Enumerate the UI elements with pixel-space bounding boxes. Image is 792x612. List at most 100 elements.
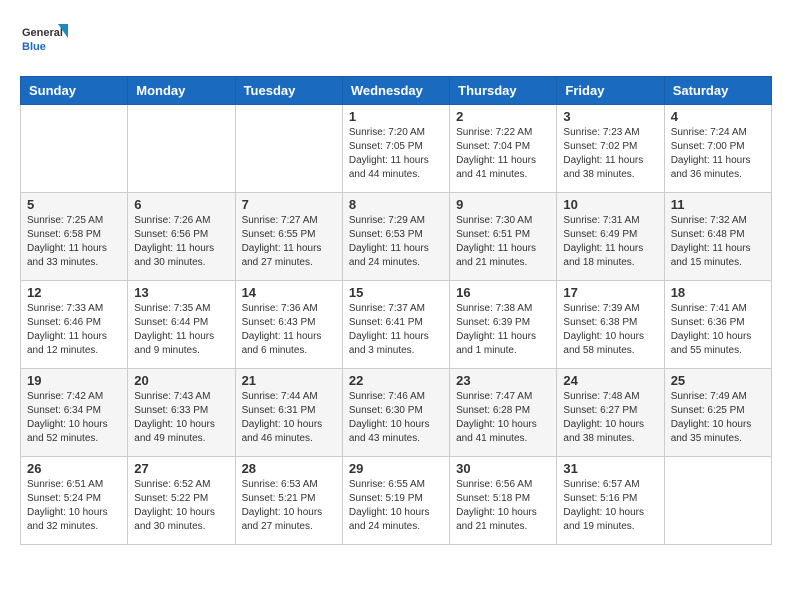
day-number: 10 (563, 197, 657, 212)
day-info: Sunrise: 7:38 AM Sunset: 6:39 PM Dayligh… (456, 302, 550, 358)
day-number: 3 (563, 109, 657, 124)
day-info: Sunrise: 7:46 AM Sunset: 6:30 PM Dayligh… (349, 390, 443, 446)
day-info: Sunrise: 7:31 AM Sunset: 6:49 PM Dayligh… (563, 214, 657, 270)
day-info: Sunrise: 7:42 AM Sunset: 6:34 PM Dayligh… (27, 390, 121, 446)
calendar-day-cell: 18Sunrise: 7:41 AM Sunset: 6:36 PM Dayli… (664, 281, 771, 369)
calendar-day-cell: 25 Sunrise: 7:49 AM Sunset: 6:25 PM Dayli… (664, 369, 771, 457)
day-number: 24 (563, 373, 657, 388)
calendar-day-cell: 21 Sunrise: 7:44 AM Sunset: 6:31 PM Dayli… (235, 369, 342, 457)
day-info: Sunrise: 7:30 AM Sunset: 6:51 PM Dayligh… (456, 214, 550, 270)
day-info: Sunrise: 7:29 AM Sunset: 6:53 PM Dayligh… (349, 214, 443, 270)
day-number: 21 (242, 373, 336, 388)
day-info: Sunrise: 7:25 AM Sunset: 6:58 PM Dayligh… (27, 214, 121, 270)
calendar-day-cell: 7 Sunrise: 7:27 AM Sunset: 6:55 PM Daylig… (235, 193, 342, 281)
calendar-day-cell: 5Sunrise: 7:25 AM Sunset: 6:58 PM Daylig… (21, 193, 128, 281)
calendar-day-cell: 19 Sunrise: 7:42 AM Sunset: 6:34 PM Dayli… (21, 369, 128, 457)
calendar-week-row: 12 Sunrise: 7:33 AM Sunset: 6:46 PM Dayli… (21, 281, 772, 369)
day-number: 28 (242, 461, 336, 476)
day-number: 8 (349, 197, 443, 212)
day-number: 19 (27, 373, 121, 388)
day-info: Sunrise: 7:20 AM Sunset: 7:05 PM Dayligh… (349, 126, 443, 182)
day-number: 29 (349, 461, 443, 476)
day-number: 22 (349, 373, 443, 388)
calendar-day-cell: 26 Sunrise: 6:51 AM Sunset: 5:24 PM Dayli… (21, 457, 128, 545)
calendar-day-cell: 6 Sunrise: 7:26 AM Sunset: 6:56 PM Daylig… (128, 193, 235, 281)
calendar-day-cell: 20Sunrise: 7:43 AM Sunset: 6:33 PM Dayli… (128, 369, 235, 457)
day-number: 12 (27, 285, 121, 300)
day-of-week-header: Friday (557, 77, 664, 105)
day-info: Sunrise: 7:39 AM Sunset: 6:38 PM Dayligh… (563, 302, 657, 358)
calendar-day-cell: 8 Sunrise: 7:29 AM Sunset: 6:53 PM Daylig… (342, 193, 449, 281)
calendar-day-cell: 27 Sunrise: 6:52 AM Sunset: 5:22 PM Dayli… (128, 457, 235, 545)
day-number: 6 (134, 197, 228, 212)
calendar-day-cell: 15Sunrise: 7:37 AM Sunset: 6:41 PM Dayli… (342, 281, 449, 369)
day-of-week-header: Tuesday (235, 77, 342, 105)
calendar-day-cell (128, 105, 235, 193)
day-of-week-header: Thursday (450, 77, 557, 105)
calendar-week-row: 26 Sunrise: 6:51 AM Sunset: 5:24 PM Dayli… (21, 457, 772, 545)
calendar-day-cell: 22 Sunrise: 7:46 AM Sunset: 6:30 PM Dayli… (342, 369, 449, 457)
day-info: Sunrise: 7:32 AM Sunset: 6:48 PM Dayligh… (671, 214, 765, 270)
day-info: Sunrise: 7:23 AM Sunset: 7:02 PM Dayligh… (563, 126, 657, 182)
calendar-table: SundayMondayTuesdayWednesdayThursdayFrid… (20, 76, 772, 545)
day-info: Sunrise: 7:48 AM Sunset: 6:27 PM Dayligh… (563, 390, 657, 446)
calendar-day-cell: 9 Sunrise: 7:30 AM Sunset: 6:51 PM Daylig… (450, 193, 557, 281)
day-number: 27 (134, 461, 228, 476)
day-info: Sunrise: 7:36 AM Sunset: 6:43 PM Dayligh… (242, 302, 336, 358)
day-info: Sunrise: 7:26 AM Sunset: 6:56 PM Dayligh… (134, 214, 228, 270)
day-number: 7 (242, 197, 336, 212)
calendar-day-cell: 14 Sunrise: 7:36 AM Sunset: 6:43 PM Dayli… (235, 281, 342, 369)
day-number: 25 (671, 373, 765, 388)
day-of-week-header: Wednesday (342, 77, 449, 105)
day-info: Sunrise: 6:52 AM Sunset: 5:22 PM Dayligh… (134, 478, 228, 534)
calendar-day-cell: 17 Sunrise: 7:39 AM Sunset: 6:38 PM Dayli… (557, 281, 664, 369)
day-number: 17 (563, 285, 657, 300)
logo: General Blue (20, 20, 70, 60)
calendar-day-cell: 28Sunrise: 6:53 AM Sunset: 5:21 PM Dayli… (235, 457, 342, 545)
calendar-week-row: 1 Sunrise: 7:20 AM Sunset: 7:05 PM Daylig… (21, 105, 772, 193)
day-number: 30 (456, 461, 550, 476)
day-number: 14 (242, 285, 336, 300)
calendar-day-cell: 24 Sunrise: 7:48 AM Sunset: 6:27 PM Dayli… (557, 369, 664, 457)
day-number: 15 (349, 285, 443, 300)
day-of-week-header: Saturday (664, 77, 771, 105)
day-number: 9 (456, 197, 550, 212)
calendar-day-cell: 1 Sunrise: 7:20 AM Sunset: 7:05 PM Daylig… (342, 105, 449, 193)
calendar-day-cell (664, 457, 771, 545)
day-info: Sunrise: 6:57 AM Sunset: 5:16 PM Dayligh… (563, 478, 657, 534)
day-info: Sunrise: 7:22 AM Sunset: 7:04 PM Dayligh… (456, 126, 550, 182)
svg-text:General: General (22, 27, 63, 39)
day-info: Sunrise: 7:27 AM Sunset: 6:55 PM Dayligh… (242, 214, 336, 270)
page-header: General Blue (20, 20, 772, 60)
day-number: 2 (456, 109, 550, 124)
day-info: Sunrise: 7:33 AM Sunset: 6:46 PM Dayligh… (27, 302, 121, 358)
calendar-day-cell: 31 Sunrise: 6:57 AM Sunset: 5:16 PM Dayli… (557, 457, 664, 545)
calendar-day-cell (21, 105, 128, 193)
day-of-week-header: Monday (128, 77, 235, 105)
logo-svg: General Blue (20, 20, 70, 60)
calendar-day-cell: 3 Sunrise: 7:23 AM Sunset: 7:02 PM Daylig… (557, 105, 664, 193)
calendar-header-row: SundayMondayTuesdayWednesdayThursdayFrid… (21, 77, 772, 105)
calendar-day-cell: 2 Sunrise: 7:22 AM Sunset: 7:04 PM Daylig… (450, 105, 557, 193)
day-info: Sunrise: 6:55 AM Sunset: 5:19 PM Dayligh… (349, 478, 443, 534)
calendar-day-cell: 23Sunrise: 7:47 AM Sunset: 6:28 PM Dayli… (450, 369, 557, 457)
calendar-day-cell: 29 Sunrise: 6:55 AM Sunset: 5:19 PM Dayli… (342, 457, 449, 545)
day-info: Sunrise: 6:51 AM Sunset: 5:24 PM Dayligh… (27, 478, 121, 534)
calendar-day-cell: 11 Sunrise: 7:32 AM Sunset: 6:48 PM Dayli… (664, 193, 771, 281)
calendar-week-row: 5Sunrise: 7:25 AM Sunset: 6:58 PM Daylig… (21, 193, 772, 281)
day-of-week-header: Sunday (21, 77, 128, 105)
calendar-day-cell: 12 Sunrise: 7:33 AM Sunset: 6:46 PM Dayli… (21, 281, 128, 369)
svg-text:Blue: Blue (22, 41, 46, 53)
day-number: 26 (27, 461, 121, 476)
day-number: 4 (671, 109, 765, 124)
day-number: 11 (671, 197, 765, 212)
day-info: Sunrise: 7:44 AM Sunset: 6:31 PM Dayligh… (242, 390, 336, 446)
day-number: 16 (456, 285, 550, 300)
calendar-day-cell (235, 105, 342, 193)
calendar-day-cell: 16 Sunrise: 7:38 AM Sunset: 6:39 PM Dayli… (450, 281, 557, 369)
day-number: 31 (563, 461, 657, 476)
day-info: Sunrise: 7:49 AM Sunset: 6:25 PM Dayligh… (671, 390, 765, 446)
day-number: 1 (349, 109, 443, 124)
calendar-day-cell: 13Sunrise: 7:35 AM Sunset: 6:44 PM Dayli… (128, 281, 235, 369)
calendar-week-row: 19 Sunrise: 7:42 AM Sunset: 6:34 PM Dayli… (21, 369, 772, 457)
